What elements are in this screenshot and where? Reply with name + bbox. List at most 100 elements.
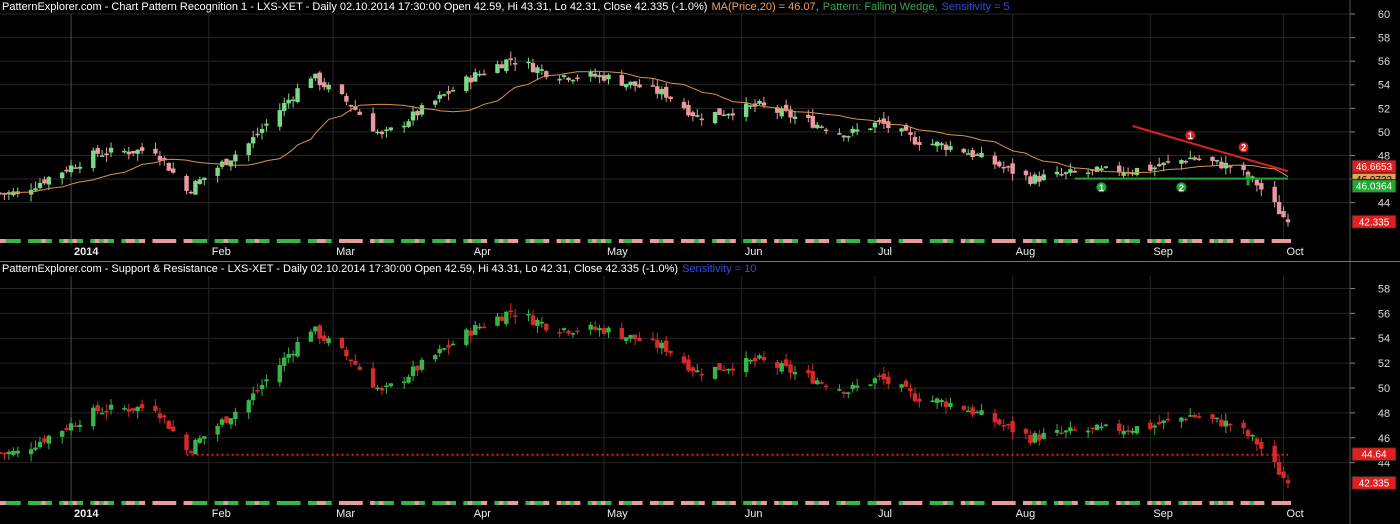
candle-body bbox=[162, 415, 167, 418]
candle-body bbox=[1210, 156, 1215, 162]
candle-body bbox=[1028, 434, 1033, 444]
candle-body bbox=[1188, 157, 1193, 160]
candle-body bbox=[1094, 424, 1100, 431]
strip-mark bbox=[1227, 501, 1234, 505]
candle-body bbox=[601, 328, 607, 334]
candle-body bbox=[823, 385, 829, 388]
strip-mark bbox=[885, 501, 892, 505]
candle-body bbox=[934, 398, 940, 404]
candle-body bbox=[877, 375, 882, 378]
candle-body bbox=[917, 141, 922, 146]
candle-body bbox=[1032, 174, 1038, 184]
candle-body bbox=[508, 310, 513, 312]
candle-body bbox=[539, 69, 545, 71]
candle-body bbox=[2, 452, 7, 455]
candle-body bbox=[1023, 428, 1029, 434]
candle-body bbox=[939, 143, 944, 146]
strip-mark bbox=[325, 501, 332, 505]
candle-body bbox=[1276, 201, 1282, 215]
candle-body bbox=[1254, 438, 1260, 445]
candle-body bbox=[139, 147, 145, 151]
candle-body bbox=[370, 113, 376, 132]
strip-mark bbox=[1071, 239, 1078, 243]
candle-body bbox=[77, 166, 83, 169]
candle-body bbox=[650, 338, 656, 341]
candle-body bbox=[277, 365, 283, 383]
strip-mark bbox=[418, 501, 425, 505]
strip-mark bbox=[481, 501, 488, 505]
candle-body bbox=[743, 103, 749, 117]
candle-body bbox=[841, 391, 847, 394]
candle-body bbox=[499, 64, 505, 69]
y-tick-label: 52 bbox=[1378, 103, 1390, 115]
strip-mark bbox=[108, 501, 115, 505]
candle-body bbox=[495, 316, 500, 326]
candle-body bbox=[948, 146, 953, 150]
candle-body bbox=[592, 326, 598, 330]
candle-body bbox=[899, 128, 904, 132]
candle-body bbox=[566, 330, 571, 334]
candle-body bbox=[970, 407, 975, 415]
candle-body bbox=[695, 370, 700, 373]
candle-body bbox=[1134, 168, 1140, 175]
candle-body bbox=[1059, 173, 1064, 176]
strip-mark bbox=[792, 501, 799, 505]
header-segment-sens: Sensitivity = 5 bbox=[941, 1, 1010, 13]
pattern-marker-label: 1 bbox=[1188, 131, 1193, 141]
candle-body bbox=[1214, 417, 1220, 420]
candle-body bbox=[308, 78, 314, 89]
candle-body bbox=[943, 144, 949, 150]
x-tick-label: 2014 bbox=[74, 246, 99, 258]
candle-body bbox=[815, 380, 820, 385]
pattern-chart[interactable]: 4446485052545658602014FebMarAprMayJunJul… bbox=[0, 0, 1400, 262]
support-resistance-panel[interactable]: 44 46 48 50 52 54 56 58 2014 Feb Mar Apr May Jun Jul Au… bbox=[0, 262, 1400, 524]
candle-body bbox=[313, 326, 318, 332]
strip-mark bbox=[232, 501, 239, 505]
candle-body bbox=[46, 177, 52, 185]
candle-body bbox=[948, 403, 953, 407]
candle-body bbox=[823, 129, 829, 132]
candle-body bbox=[1037, 176, 1042, 182]
candle-body bbox=[570, 79, 576, 82]
candle-body bbox=[868, 128, 873, 131]
candle-body bbox=[1072, 170, 1078, 173]
x-tick-label: Aug bbox=[1016, 508, 1036, 520]
candle-body bbox=[1285, 480, 1291, 484]
strip-mark bbox=[14, 501, 21, 505]
candle-body bbox=[193, 439, 198, 455]
candle-body bbox=[761, 102, 767, 106]
candle-body bbox=[721, 114, 727, 116]
candle-body bbox=[473, 72, 478, 82]
strip-mark bbox=[823, 501, 830, 505]
strip-mark bbox=[1258, 501, 1265, 505]
x-tick-label: May bbox=[607, 508, 628, 520]
candle-body bbox=[575, 77, 580, 80]
x-tick-label: Feb bbox=[212, 508, 231, 520]
y-tick-label: 46 bbox=[1378, 433, 1390, 445]
candle-body bbox=[1188, 415, 1193, 417]
candle-body bbox=[628, 81, 633, 86]
candle-body bbox=[1165, 418, 1171, 421]
strip-mark bbox=[45, 501, 52, 505]
candle-body bbox=[846, 136, 851, 138]
candle-body bbox=[481, 326, 487, 329]
candle-body bbox=[752, 358, 758, 362]
up-arrow-icon bbox=[1244, 173, 1253, 186]
strip-mark bbox=[636, 239, 643, 243]
strip-mark bbox=[1196, 239, 1203, 243]
candle-body bbox=[606, 74, 611, 80]
candle-body bbox=[171, 426, 176, 432]
x-tick-label: Mar bbox=[336, 508, 355, 520]
candle-body bbox=[1210, 414, 1215, 419]
candle-body bbox=[686, 104, 691, 116]
x-tick-label: Apr bbox=[474, 508, 491, 520]
candle-body bbox=[1054, 171, 1060, 175]
candle-body bbox=[779, 363, 784, 372]
price-tag: 42.335 bbox=[1351, 475, 1397, 490]
candle-body bbox=[792, 371, 798, 375]
strip-mark bbox=[356, 239, 363, 243]
support-resistance-chart[interactable]: 44464850525456582014 Feb Mar Apr May Jun Jul Au… bbox=[0, 262, 1400, 524]
pattern-recognition-panel[interactable]: 4446485052545658602014FebMarAprMayJunJul… bbox=[0, 0, 1400, 262]
candle-body bbox=[1005, 166, 1011, 168]
strip-mark bbox=[294, 501, 301, 505]
